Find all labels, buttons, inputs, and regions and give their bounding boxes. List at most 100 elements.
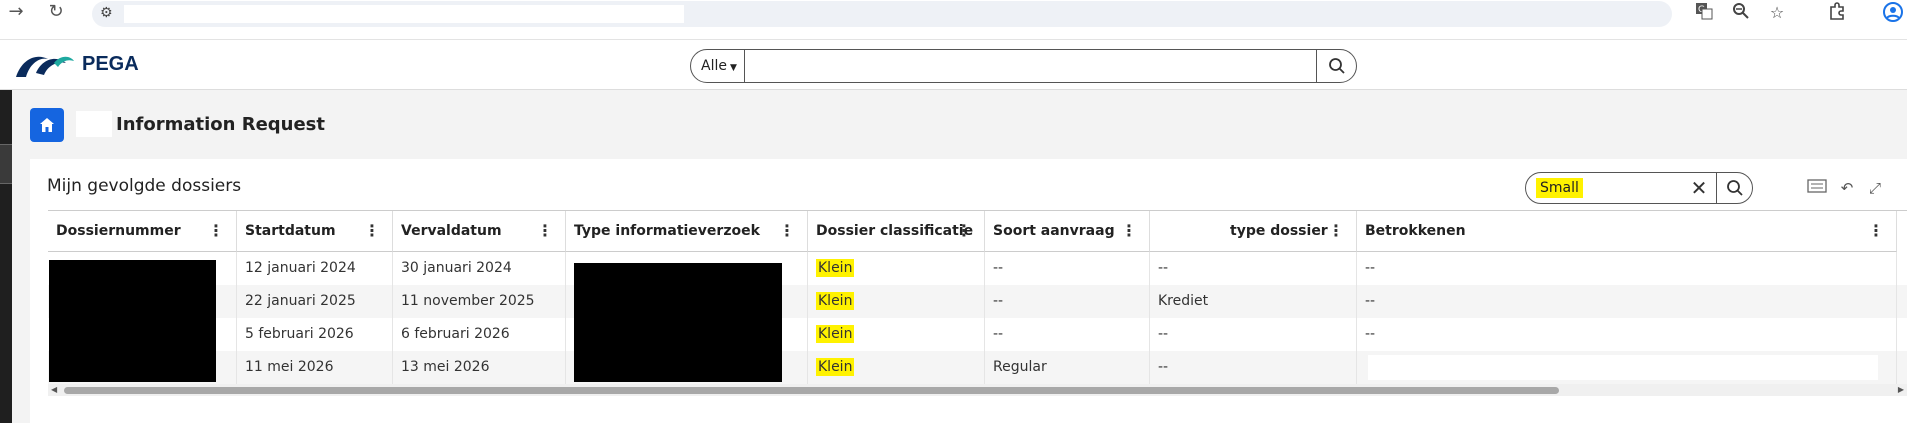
column-menu-icon[interactable]: ⋮ (208, 211, 224, 251)
pega-logo-icon (16, 56, 74, 77)
reload-icon[interactable]: ↻ (44, 0, 68, 24)
redacted-betrokkenen (1368, 355, 1878, 380)
column-menu-icon[interactable]: ⋮ (956, 211, 972, 251)
column-header-type-informatieverzoek[interactable]: Type informatieverzoek ⋮ (566, 211, 808, 252)
cell-type-dossier: -- (1150, 252, 1357, 285)
cell-betrokkenen: -- (1357, 285, 1897, 318)
profile-icon[interactable] (1882, 2, 1904, 24)
header-label: type dossier (1230, 223, 1328, 239)
cell-startdatum: 5 februari 2026 (237, 318, 393, 351)
cell-startdatum: 22 januari 2025 (237, 285, 393, 318)
cell-betrokkenen: -- (1357, 318, 1897, 351)
header-label: Type informatieverzoek (574, 223, 760, 239)
column-menu-icon[interactable]: ⋮ (364, 211, 380, 251)
header-label: Startdatum (245, 223, 336, 239)
pega-logo[interactable]: PEGA (14, 48, 139, 80)
column-menu-icon[interactable]: ⋮ (1328, 211, 1344, 251)
app-header: PEGA Alle ▼ (0, 40, 1907, 90)
column-header-betrokkenen[interactable]: Betrokkenen ⋮ (1357, 211, 1897, 252)
nav-strip-item[interactable] (0, 144, 12, 184)
table-row[interactable]: 12 januari 2024 30 januari 2024 Klein --… (48, 252, 1907, 285)
cell-soort: -- (985, 318, 1150, 351)
cell-startdatum: 11 mei 2026 (237, 351, 393, 384)
column-menu-icon[interactable]: ⋮ (537, 211, 553, 251)
redacted-header-text (1156, 221, 1226, 243)
cell-soort: -- (985, 252, 1150, 285)
cell-classificatie: Klein (808, 252, 985, 285)
cell-type-dossier: -- (1150, 318, 1357, 351)
cell-type-dossier: Krediet (1150, 285, 1357, 318)
classification-value: Klein (816, 259, 855, 277)
horizontal-scrollbar[interactable]: ◀ ▶ (48, 384, 1907, 396)
cell-vervaldatum: 30 januari 2024 (393, 252, 566, 285)
page-title: Information Request (116, 114, 326, 135)
search-scope-label: Alle (701, 58, 727, 74)
zoom-icon[interactable] (1730, 2, 1752, 24)
column-header-vervaldatum[interactable]: Vervaldatum ⋮ (393, 211, 566, 252)
column-header-dossier-classificatie[interactable]: Dossier classificatie ⋮ (808, 211, 985, 252)
caret-down-icon: ▼ (729, 63, 737, 73)
search-scope-dropdown[interactable]: Alle ▼ (691, 50, 745, 82)
expand-icon[interactable]: ⤢ (1864, 177, 1886, 199)
redacted-dossiernummers (49, 260, 216, 382)
followed-cases-card: Mijn gevolgde dossiers Small ✕ ↶ ⤢ Dossi… (30, 159, 1907, 423)
table-row[interactable]: 5 februari 2026 6 februari 2026 Klein --… (48, 318, 1907, 351)
search-icon (1328, 58, 1345, 74)
classification-value: Klein (816, 292, 855, 310)
clear-icon[interactable]: ✕ (1688, 177, 1710, 199)
cell-soort: Regular (985, 351, 1150, 384)
translate-icon[interactable]: G (1693, 2, 1715, 24)
classification-value: Klein (816, 325, 855, 343)
cell-classificatie: Klein (808, 318, 985, 351)
search-icon (1726, 180, 1743, 196)
home-button[interactable] (30, 108, 64, 142)
scroll-left-icon[interactable]: ◀ (51, 384, 57, 396)
table-filter-box: Small ✕ (1525, 172, 1753, 204)
column-header-soort-aanvraag[interactable]: Soort aanvraag ⋮ (985, 211, 1150, 252)
cell-startdatum: 12 januari 2024 (237, 252, 393, 285)
redacted-types (574, 263, 782, 382)
cell-soort: -- (985, 285, 1150, 318)
extensions-icon[interactable] (1826, 2, 1848, 24)
header-label: Dossier classificatie (816, 223, 974, 239)
forward-icon[interactable]: → (4, 0, 28, 24)
undo-icon[interactable]: ↶ (1836, 177, 1858, 199)
address-bar[interactable]: ⚙ (92, 1, 1672, 27)
keyboard-icon[interactable] (1806, 177, 1828, 199)
cell-classificatie: Klein (808, 351, 985, 384)
bookmark-star-icon[interactable]: ☆ (1766, 2, 1788, 24)
browser-toolbar: → ↻ ⚙ G ☆ (0, 0, 1907, 40)
table-row[interactable]: 11 mei 2026 13 mei 2026 Klein Regular -- (48, 351, 1907, 384)
site-settings-icon[interactable]: ⚙ (100, 5, 113, 21)
home-icon (40, 118, 54, 132)
column-menu-icon[interactable]: ⋮ (779, 211, 795, 251)
cell-classificatie: Klein (808, 285, 985, 318)
column-header-dossiernummer[interactable]: Dossiernummer ⋮ (48, 211, 237, 252)
left-navigation-strip[interactable] (0, 90, 12, 423)
cell-vervaldatum: 13 mei 2026 (393, 351, 566, 384)
url-text (124, 5, 684, 23)
column-header-startdatum[interactable]: Startdatum ⋮ (237, 211, 393, 252)
search-button[interactable] (1316, 50, 1356, 82)
cases-table: Dossiernummer ⋮ Startdatum ⋮ Vervaldatum ⋮ … (48, 210, 1907, 392)
header-label: Dossiernummer (56, 223, 181, 239)
cell-vervaldatum: 6 februari 2026 (393, 318, 566, 351)
global-search: Alle ▼ (690, 49, 1357, 83)
logo-text: PEGA (82, 52, 139, 75)
table-row[interactable]: 22 januari 2025 11 november 2025 Klein -… (48, 285, 1907, 318)
scroll-right-icon[interactable]: ▶ (1898, 384, 1904, 396)
cell-type-dossier: -- (1150, 351, 1357, 384)
cell-betrokkenen: -- (1357, 252, 1897, 285)
card-title: Mijn gevolgde dossiers (47, 176, 242, 196)
column-menu-icon[interactable]: ⋮ (1868, 211, 1884, 251)
header-label: Soort aanvraag (993, 223, 1115, 239)
table-filter-input[interactable]: Small (1536, 178, 1583, 198)
filter-search-button[interactable] (1716, 173, 1752, 203)
redacted-title-prefix (76, 111, 112, 137)
search-input[interactable] (745, 50, 1311, 82)
cell-vervaldatum: 11 november 2025 (393, 285, 566, 318)
scrollbar-thumb[interactable] (64, 387, 1559, 394)
classification-value: Klein (816, 358, 855, 376)
header-label: Vervaldatum (401, 223, 502, 239)
column-menu-icon[interactable]: ⋮ (1121, 211, 1137, 251)
